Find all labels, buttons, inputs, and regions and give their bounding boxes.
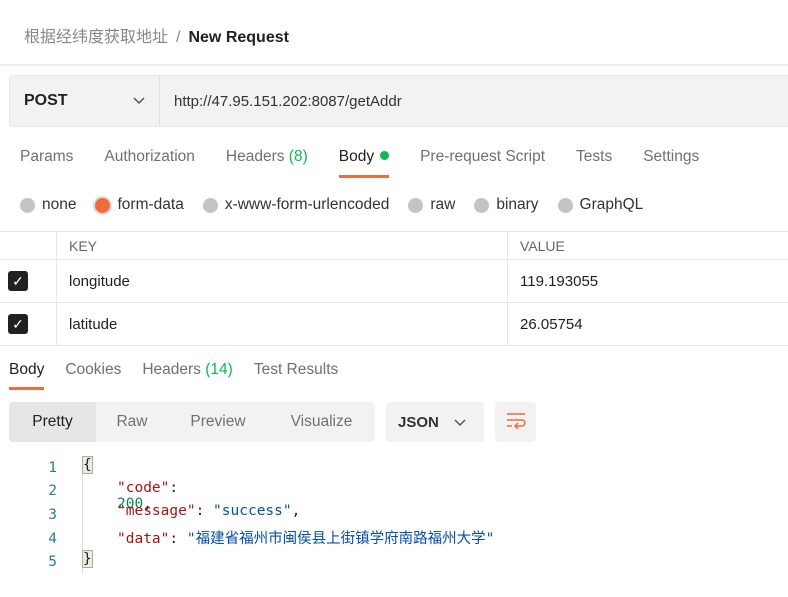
checkbox-checked-icon[interactable]: ✓ bbox=[8, 314, 28, 334]
breadcrumb-parent[interactable]: 根据经纬度获取地址 bbox=[24, 29, 168, 46]
brace-open: { bbox=[82, 456, 93, 474]
response-code: 1{ 2 "code": 200, 3 "message": "success", … bbox=[0, 456, 494, 574]
status-dot-icon bbox=[380, 151, 390, 160]
request-tabs: Params Authorization Headers (8) Body Pr… bbox=[20, 148, 730, 178]
url-input[interactable]: http://47.95.151.202:8087/getAddr bbox=[160, 76, 402, 126]
column-key: KEY bbox=[57, 232, 508, 259]
tab-authorization[interactable]: Authorization bbox=[104, 148, 194, 178]
method-label: POST bbox=[24, 92, 68, 109]
divider bbox=[0, 64, 788, 66]
body-type-radios: none form-data x-www-form-urlencoded raw… bbox=[20, 196, 662, 214]
view-raw[interactable]: Raw bbox=[96, 402, 168, 442]
table-header: KEY VALUE bbox=[0, 231, 788, 260]
radio-icon bbox=[202, 197, 218, 213]
table-row: ✓ latitude 26.05754 bbox=[0, 303, 788, 346]
checkbox-checked-icon[interactable]: ✓ bbox=[8, 271, 28, 291]
tab-pre-request-script[interactable]: Pre-request Script bbox=[420, 148, 545, 178]
brace-close: } bbox=[82, 550, 93, 569]
view-mode-toggle: Pretty Raw Preview Visualize bbox=[9, 402, 375, 442]
format-label: JSON bbox=[398, 413, 439, 431]
radio-icon bbox=[20, 197, 35, 213]
column-value: VALUE bbox=[520, 237, 565, 254]
radio-selected-icon bbox=[95, 197, 111, 213]
wrap-lines-button[interactable] bbox=[495, 402, 536, 442]
view-pretty[interactable]: Pretty bbox=[9, 402, 96, 442]
radio-icon bbox=[408, 197, 424, 213]
tab-cookies[interactable]: Cookies bbox=[65, 361, 121, 390]
tab-settings[interactable]: Settings bbox=[643, 148, 699, 178]
breadcrumb-separator: / bbox=[176, 29, 181, 46]
request-bar: POST http://47.95.151.202:8087/getAddr bbox=[9, 75, 788, 127]
tab-headers[interactable]: Headers (8) bbox=[226, 148, 308, 178]
format-select[interactable]: JSON bbox=[386, 402, 484, 442]
radio-none[interactable]: none bbox=[20, 196, 76, 214]
view-preview[interactable]: Preview bbox=[168, 402, 268, 442]
method-select[interactable]: POST bbox=[10, 76, 160, 126]
tab-tests[interactable]: Tests bbox=[576, 148, 612, 178]
radio-icon bbox=[474, 197, 490, 213]
radio-icon bbox=[557, 197, 573, 213]
chevron-down-icon bbox=[454, 414, 466, 431]
view-visualize[interactable]: Visualize bbox=[268, 402, 375, 442]
radio-form-data[interactable]: form-data bbox=[95, 196, 184, 214]
params-table: KEY VALUE ✓ longitude 119.193055 ✓ latitude 2… bbox=[0, 231, 788, 346]
table-row: ✓ longitude 119.193055 bbox=[0, 260, 788, 303]
wrap-icon bbox=[506, 411, 526, 433]
breadcrumb: 根据经纬度获取地址 / New Request bbox=[24, 23, 289, 47]
radio-graphql[interactable]: GraphQL bbox=[557, 196, 643, 214]
chevron-down-icon bbox=[133, 92, 145, 110]
value-cell[interactable]: 26.05754 bbox=[508, 316, 583, 333]
tab-test-results[interactable]: Test Results bbox=[254, 361, 338, 390]
radio-binary[interactable]: binary bbox=[474, 196, 539, 214]
tab-params[interactable]: Params bbox=[20, 148, 73, 178]
radio-urlencoded[interactable]: x-www-form-urlencoded bbox=[202, 196, 389, 214]
tab-response-body[interactable]: Body bbox=[9, 361, 45, 390]
value-cell[interactable]: 119.193055 bbox=[508, 273, 598, 290]
response-tabs: Body Cookies Headers (14) Test Results bbox=[9, 361, 359, 390]
key-cell[interactable]: latitude bbox=[57, 303, 508, 345]
page-title[interactable]: New Request bbox=[188, 29, 288, 46]
tab-body[interactable]: Body bbox=[338, 148, 390, 178]
tab-response-headers[interactable]: Headers (14) bbox=[142, 361, 232, 390]
key-cell[interactable]: longitude bbox=[57, 260, 508, 302]
radio-raw[interactable]: raw bbox=[408, 196, 455, 214]
